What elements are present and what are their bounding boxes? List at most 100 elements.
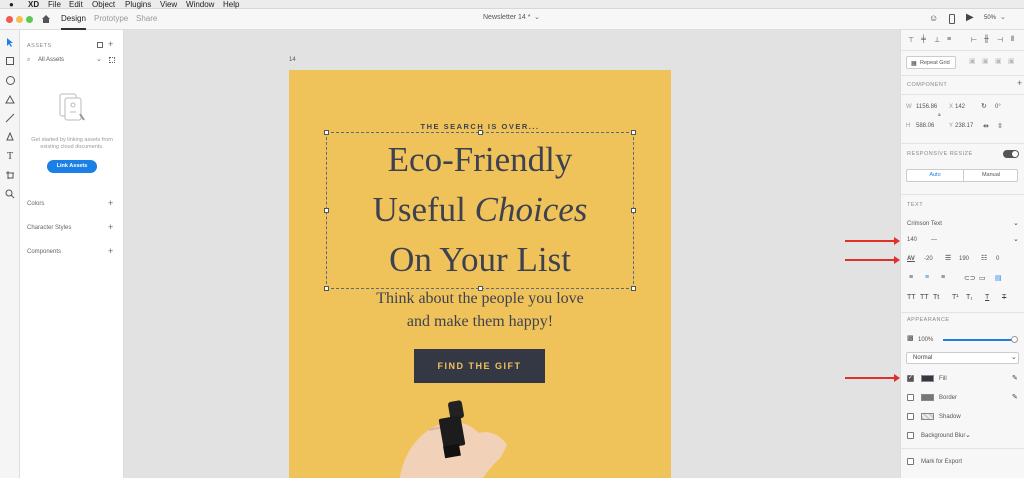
select-tool-icon[interactable] <box>3 35 17 49</box>
search-icon[interactable]: ⌕ <box>27 57 30 64</box>
fill-eyedropper-icon[interactable]: ✎ <box>1012 374 1018 382</box>
small-caps-icon[interactable]: TT <box>920 294 929 301</box>
hand-dropper-image[interactable] <box>389 395 589 478</box>
rotation-field[interactable]: 0° <box>995 104 1001 110</box>
x-field[interactable]: 142 <box>955 104 965 110</box>
menu-window[interactable]: Window <box>186 0 214 9</box>
tab-design[interactable]: Design <box>61 14 86 30</box>
font-chevron-icon[interactable]: ⌄ <box>1013 219 1019 227</box>
colors-section-label[interactable]: Colors <box>27 201 44 207</box>
border-eyedropper-icon[interactable]: ✎ <box>1012 393 1018 401</box>
tracking-field[interactable]: -20 <box>924 256 933 262</box>
line-height-field[interactable]: 190 <box>959 256 969 262</box>
tab-share[interactable]: Share <box>136 14 157 23</box>
mark-for-export-label[interactable]: Mark for Export <box>921 459 962 465</box>
menu-edit[interactable]: Edit <box>69 0 83 9</box>
menu-object[interactable]: Object <box>92 0 115 9</box>
distribute-horizontal-icon[interactable]: ⦀ <box>1011 36 1014 44</box>
add-character-style-icon[interactable]: + <box>108 223 113 232</box>
repeat-grid-button[interactable]: ▦ Repeat Grid <box>906 56 956 69</box>
align-right-icon[interactable]: ⊣ <box>997 36 1003 44</box>
flip-horizontal-icon[interactable]: ⇹ <box>983 122 989 130</box>
resize-handle-r[interactable] <box>631 208 636 213</box>
body-line2[interactable]: and make them happy! <box>289 313 671 331</box>
chevron-down-icon[interactable]: ⌄ <box>534 13 540 21</box>
ellipse-tool-icon[interactable] <box>3 73 17 87</box>
boolean-intersect-icon[interactable]: ▣ <box>995 57 1002 65</box>
user-icon[interactable]: ☺ <box>929 13 938 23</box>
components-section-label[interactable]: Components <box>27 249 61 255</box>
zoom-chevron-icon[interactable]: ⌄ <box>1000 13 1006 21</box>
line-tool-icon[interactable] <box>3 111 17 125</box>
resize-handle-tr[interactable] <box>631 130 636 135</box>
background-blur-checkbox[interactable] <box>907 432 914 439</box>
minimize-window-button[interactable] <box>16 16 23 23</box>
menu-file[interactable]: File <box>48 0 61 9</box>
flip-vertical-icon[interactable]: ⇳ <box>997 122 1003 130</box>
text-align-left-icon[interactable]: ≡ <box>909 274 913 281</box>
shadow-swatch[interactable] <box>921 413 934 420</box>
play-icon[interactable]: ▶ <box>966 12 974 23</box>
responsive-resize-toggle[interactable] <box>1003 150 1019 158</box>
pen-tool-icon[interactable] <box>3 130 17 144</box>
blur-chevron-icon[interactable]: ⌄ <box>965 431 971 439</box>
titlecase-icon[interactable]: Tt <box>933 294 939 301</box>
opacity-slider[interactable] <box>943 336 1018 343</box>
text-align-center-icon[interactable]: ≡ <box>925 274 929 281</box>
find-the-gift-button[interactable]: FIND THE GIFT <box>414 349 545 383</box>
border-swatch[interactable] <box>921 394 934 401</box>
auto-width-icon[interactable]: ⊂⊃ <box>964 274 976 282</box>
strikethrough-icon[interactable]: T <box>1002 294 1006 301</box>
home-icon[interactable] <box>41 14 51 24</box>
font-family-dropdown[interactable]: Crimson Text <box>907 221 942 227</box>
apple-icon[interactable]: ● <box>9 0 14 9</box>
mark-for-export-checkbox[interactable] <box>907 458 914 465</box>
width-field[interactable]: 1156.86 <box>916 104 937 110</box>
polygon-tool-icon[interactable] <box>3 92 17 106</box>
y-field[interactable]: 238.17 <box>955 123 973 129</box>
align-bottom-icon[interactable]: ⊥ <box>934 36 940 44</box>
rotate-icon[interactable]: ↻ <box>981 102 987 110</box>
resize-handle-l[interactable] <box>324 208 329 213</box>
boolean-subtract-icon[interactable]: ▣ <box>982 57 989 65</box>
zoom-level[interactable]: 50% <box>984 15 996 21</box>
shadow-checkbox[interactable] <box>907 413 914 420</box>
opacity-field[interactable]: 100% <box>918 337 933 343</box>
subscript-icon[interactable]: T₁ <box>966 294 973 301</box>
link-assets-button[interactable]: Link Assets <box>47 160 97 173</box>
add-component-icon[interactable]: + <box>108 247 113 256</box>
underline-icon[interactable]: T <box>985 294 989 301</box>
fill-checkbox[interactable]: ✓ <box>907 375 914 382</box>
menu-app-name[interactable]: XD <box>28 0 39 9</box>
grid-view-icon[interactable] <box>109 57 115 63</box>
text-tool-icon[interactable]: T <box>3 149 17 163</box>
close-window-button[interactable] <box>6 16 13 23</box>
fixed-size-icon[interactable]: ▤ <box>995 274 1002 282</box>
text-align-right-icon[interactable]: ≡ <box>941 274 945 281</box>
zoom-tool-icon[interactable] <box>3 187 17 201</box>
menu-plugins[interactable]: Plugins <box>125 0 151 9</box>
distribute-vertical-icon[interactable]: ≡ <box>947 36 951 43</box>
blend-mode-dropdown[interactable]: Normal ⌄ <box>906 352 1019 364</box>
add-component-state-icon[interactable]: + <box>1017 79 1022 88</box>
filter-chevron-icon[interactable]: ⌄ <box>96 55 102 63</box>
add-asset-icon[interactable]: + <box>108 40 113 49</box>
border-checkbox[interactable] <box>907 394 914 401</box>
document-title[interactable]: Newsletter 14 * <box>483 14 530 21</box>
lock-aspect-icon[interactable]: 🔒︎ <box>938 112 941 118</box>
auto-option[interactable]: Auto <box>907 170 963 181</box>
opacity-slider-thumb[interactable] <box>1011 336 1018 343</box>
maximize-window-button[interactable] <box>26 16 33 23</box>
mobile-preview-icon[interactable] <box>949 14 955 24</box>
font-size-field[interactable]: 140 <box>907 237 917 243</box>
text-selection-box[interactable] <box>324 130 636 291</box>
fill-swatch[interactable] <box>921 375 934 382</box>
align-left-icon[interactable]: ⊢ <box>971 36 977 44</box>
add-color-icon[interactable]: + <box>108 199 113 208</box>
menu-help[interactable]: Help <box>223 0 239 9</box>
artboard-tool-icon[interactable] <box>3 168 17 182</box>
open-assets-icon[interactable] <box>97 42 103 48</box>
tab-prototype[interactable]: Prototype <box>94 14 128 23</box>
boolean-exclude-icon[interactable]: ▣ <box>1008 57 1015 65</box>
body-line1[interactable]: Think about the people you love <box>289 290 671 308</box>
